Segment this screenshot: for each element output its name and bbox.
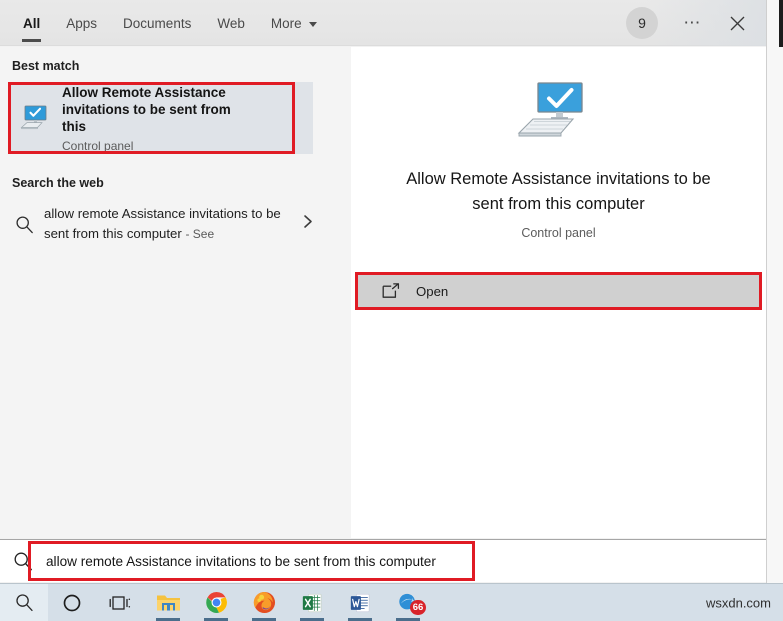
avatar[interactable]: 9: [626, 7, 658, 39]
search-web-heading: Search the web: [12, 176, 104, 190]
best-match-title: Allow Remote Assistance invitations to b…: [62, 84, 231, 134]
preview-card: Allow Remote Assistance invitations to b…: [351, 47, 766, 265]
firefox-icon: [253, 591, 275, 614]
web-search-text: allow remote Assistance invitations to b…: [44, 204, 284, 244]
remote-assistance-icon: [18, 101, 52, 135]
web-search-query: allow remote Assistance invitations to b…: [44, 206, 281, 241]
taskbar-firefox-button[interactable]: [240, 584, 288, 621]
more-options-button[interactable]: ⋯: [672, 0, 714, 46]
word-icon: [350, 593, 370, 612]
taskbar-excel-button[interactable]: [288, 584, 336, 621]
open-button-label: Open: [416, 283, 449, 299]
best-match-text: Allow Remote Assistance invitations to b…: [62, 84, 252, 153]
taskbar-search-button[interactable]: [0, 584, 48, 621]
watermark: wsxdn.com: [705, 595, 771, 610]
file-explorer-icon: [156, 595, 180, 611]
tab-apps[interactable]: Apps: [53, 0, 110, 46]
search-icon: [0, 551, 46, 571]
chevron-down-icon: [308, 21, 317, 27]
results-pane: Best match Allow Remote Assistance invit…: [0, 47, 351, 538]
taskbar-cortana-button[interactable]: [48, 584, 96, 621]
best-match-section: Allow Remote Assistance invitations to b…: [0, 82, 351, 154]
search-flyout-window: All Apps Documents Web More 9 ⋯ Best mat…: [0, 0, 766, 583]
excel-icon: [302, 593, 322, 612]
close-icon: [730, 16, 744, 30]
tab-documents[interactable]: Documents: [110, 0, 204, 46]
open-action-section: Open: [351, 272, 766, 310]
task-view-icon: [109, 595, 131, 610]
best-match-result[interactable]: Allow Remote Assistance invitations to b…: [8, 82, 313, 154]
ellipsis-icon: ⋯: [683, 13, 703, 32]
search-header: All Apps Documents Web More 9 ⋯: [0, 0, 766, 46]
preview-pane: Allow Remote Assistance invitations to b…: [351, 47, 766, 538]
taskbar-chrome-button[interactable]: [192, 584, 240, 621]
preview-title: Allow Remote Assistance invitations to b…: [406, 170, 711, 213]
tab-web-label: Web: [217, 15, 245, 31]
search-filter-tabs: All Apps Documents Web More: [10, 0, 330, 46]
taskbar-word-button[interactable]: [336, 584, 384, 621]
chevron-right-icon[interactable]: [303, 214, 313, 234]
preview-subtitle: Control panel: [521, 226, 596, 240]
search-icon: [15, 594, 33, 612]
adjacent-window-edge: [779, 0, 783, 47]
tab-all[interactable]: All: [10, 0, 53, 46]
search-icon: [10, 215, 38, 234]
open-button[interactable]: Open: [356, 273, 760, 309]
taskbar-task-view-button[interactable]: [96, 584, 144, 621]
search-bar: [0, 539, 766, 582]
taskbar: 66 wsxdn.com: [0, 583, 783, 621]
tab-apps-label: Apps: [66, 15, 98, 31]
header-actions: 9 ⋯: [626, 0, 758, 46]
remote-assistance-icon: [513, 79, 605, 151]
search-input[interactable]: [46, 546, 476, 576]
taskbar-file-explorer-button[interactable]: [144, 584, 192, 621]
best-match-heading: Best match: [12, 59, 80, 73]
close-button[interactable]: [716, 0, 758, 46]
adjacent-window-sliver: [766, 0, 783, 583]
tab-more-label: More: [270, 15, 302, 31]
tab-web[interactable]: Web: [204, 0, 258, 46]
taskbar-driver-updater-button[interactable]: 66: [384, 584, 432, 621]
web-search-result[interactable]: allow remote Assistance invitations to b…: [0, 198, 351, 250]
open-external-icon: [382, 283, 402, 299]
avatar-label: 9: [638, 15, 646, 31]
web-search-suffix: - See: [185, 227, 215, 241]
tab-documents-label: Documents: [123, 15, 192, 31]
tab-all-label: All: [23, 15, 41, 31]
windows-search-screen: All Apps Documents Web More 9 ⋯ Best mat…: [0, 0, 783, 621]
tab-more[interactable]: More: [258, 0, 330, 46]
cortana-icon: [63, 594, 81, 611]
notification-badge: 66: [410, 600, 426, 615]
chrome-icon: [205, 591, 227, 614]
best-match-subtitle: Control panel: [62, 138, 134, 153]
